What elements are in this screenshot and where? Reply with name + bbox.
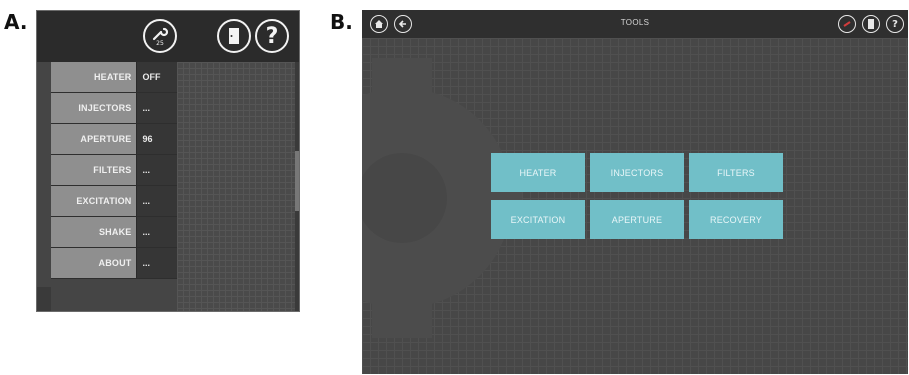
menu-label: SHAKE: [51, 217, 136, 247]
help-icon[interactable]: ?: [255, 19, 289, 53]
menu-value: ...: [135, 186, 177, 216]
menu-label: APERTURE: [51, 124, 136, 154]
panel-a-menu: HEATER OFF INJECTORS ... APERTURE 96 FIL…: [51, 62, 177, 279]
menu-row-heater[interactable]: HEATER OFF: [51, 62, 177, 93]
menu-row-about[interactable]: ABOUT ...: [51, 248, 177, 279]
tile-aperture[interactable]: APERTURE: [590, 200, 684, 239]
menu-row-excitation[interactable]: EXCITATION ...: [51, 186, 177, 217]
wrench-badge: 25: [156, 40, 164, 47]
help-icon[interactable]: ?: [886, 15, 904, 33]
tile-recovery[interactable]: RECOVERY: [689, 200, 783, 239]
menu-value: ...: [135, 217, 177, 247]
tile-heater[interactable]: HEATER: [491, 153, 585, 192]
menu-value: ...: [135, 93, 177, 123]
panel-a-content-area: [177, 62, 299, 311]
door-icon[interactable]: [862, 15, 880, 33]
panel-a-header: 25 ?: [37, 11, 299, 62]
menu-value: ...: [135, 248, 177, 278]
tile-excitation[interactable]: EXCITATION: [491, 200, 585, 239]
menu-value: 96: [135, 124, 177, 154]
door-icon[interactable]: [217, 19, 251, 53]
menu-label: FILTERS: [51, 155, 136, 185]
menu-label: EXCITATION: [51, 186, 136, 216]
menu-row-shake[interactable]: SHAKE ...: [51, 217, 177, 248]
gauge-icon[interactable]: [838, 15, 856, 33]
tile-filters[interactable]: FILTERS: [689, 153, 783, 192]
panel-b-screen: TOOLS ? HEATER INJECTORS FILTERS EXCITAT…: [362, 10, 908, 374]
panel-b-label: B.: [330, 10, 353, 34]
tile-injectors[interactable]: INJECTORS: [590, 153, 684, 192]
menu-value: ...: [135, 155, 177, 185]
menu-row-filters[interactable]: FILTERS ...: [51, 155, 177, 186]
menu-value: OFF: [135, 62, 177, 92]
menu-label: ABOUT: [51, 248, 136, 278]
page-title: TOOLS: [620, 18, 650, 27]
menu-label: HEATER: [51, 62, 136, 92]
wrench-icon[interactable]: 25: [143, 19, 177, 53]
panel-a-side-strip: [37, 287, 51, 311]
panel-a-screen: 25 ? HEATER OFF INJECTORS ... APERTURE 9…: [36, 10, 300, 312]
panel-b-topbar: TOOLS ?: [362, 10, 908, 38]
menu-row-injectors[interactable]: INJECTORS ...: [51, 93, 177, 124]
menu-label: INJECTORS: [51, 93, 136, 123]
panel-a-scrollbar-thumb[interactable]: [295, 151, 299, 211]
menu-row-aperture[interactable]: APERTURE 96: [51, 124, 177, 155]
panel-a-label: A.: [4, 10, 28, 34]
